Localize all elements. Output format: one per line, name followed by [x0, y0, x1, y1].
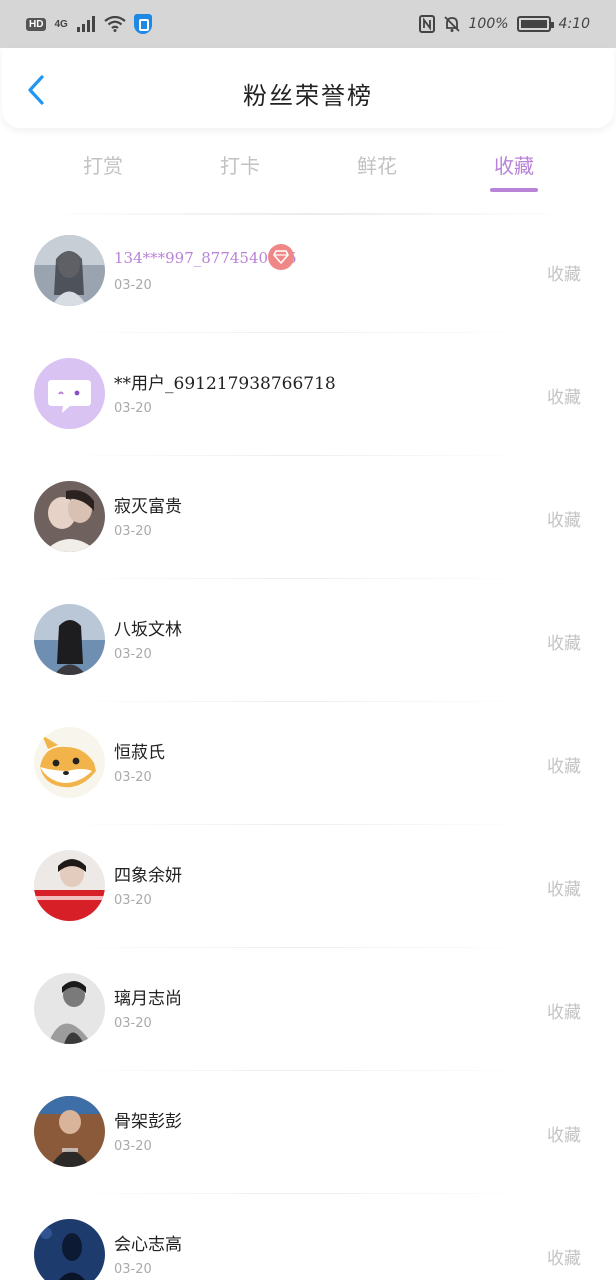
action-label: 收藏 [547, 880, 581, 900]
fan-name: 璃月志尚 [114, 989, 182, 1009]
tab-checkin[interactable]: 打卡 [200, 150, 280, 179]
network-type: 4G [54, 18, 68, 30]
fan-name: 八坂文林 [114, 620, 182, 640]
hd-icon: HD [26, 17, 47, 31]
list-item[interactable]: 恒菽氏 03-20 收藏 [0, 702, 616, 825]
tab-flowers[interactable]: 鲜花 [337, 150, 417, 179]
tab-tip[interactable]: 打赏 [63, 150, 143, 179]
list-item[interactable]: 璃月志尚 03-20 收藏 [0, 948, 616, 1071]
action-label: 收藏 [547, 1003, 581, 1023]
fan-name: 骨架彭彭 [114, 1112, 182, 1132]
list-item[interactable]: 骨架彭彭 03-20 收藏 [0, 1071, 616, 1194]
fan-date: 03-20 [114, 278, 152, 293]
avatar[interactable] [34, 358, 105, 429]
fan-name: 会心志高 [114, 1235, 182, 1255]
action-label: 收藏 [547, 388, 581, 408]
fan-name: **用户_691217938766718 [114, 374, 336, 394]
avatar[interactable] [34, 727, 105, 798]
list-item[interactable]: **用户_691217938766718 03-20 收藏 [0, 333, 616, 456]
avatar[interactable] [34, 1219, 105, 1280]
action-label: 收藏 [547, 757, 581, 777]
fan-list: 134***997_8774540635 03-20 收藏 **用户_69121… [0, 210, 616, 1280]
fan-date: 03-20 [114, 524, 152, 539]
wifi-icon [104, 16, 126, 32]
signal-icon [76, 16, 95, 32]
mute-bell-icon [443, 16, 460, 32]
fan-date: 03-20 [114, 401, 152, 416]
page-title: 粉丝荣誉榜 [243, 82, 373, 110]
fan-date: 03-20 [114, 1016, 152, 1031]
active-tab-indicator [490, 188, 538, 192]
avatar[interactable] [34, 235, 105, 306]
fan-date: 03-20 [114, 1262, 152, 1277]
battery-percent: 100% [468, 16, 509, 32]
fan-name: 寂灭富贵 [114, 497, 182, 517]
list-item[interactable]: 寂灭富贵 03-20 收藏 [0, 456, 616, 579]
avatar[interactable] [34, 604, 105, 675]
avatar[interactable] [34, 1096, 105, 1167]
fan-name: 四象余妍 [114, 866, 182, 886]
avatar[interactable] [34, 850, 105, 921]
list-item[interactable]: 四象余妍 03-20 收藏 [0, 825, 616, 948]
action-label: 收藏 [547, 1249, 581, 1269]
fan-date: 03-20 [114, 647, 152, 662]
avatar[interactable] [34, 973, 105, 1044]
status-bar: HD 4G 100% 4:10 [0, 0, 616, 48]
tab-favorites[interactable]: 收藏 [474, 150, 554, 179]
shield-icon [133, 14, 152, 34]
fan-date: 03-20 [114, 1139, 152, 1154]
list-item[interactable]: 134***997_8774540635 03-20 收藏 [0, 210, 616, 333]
list-item[interactable]: 八坂文林 03-20 收藏 [0, 579, 616, 702]
battery-icon [516, 16, 554, 32]
header: 粉丝荣誉榜 [2, 48, 614, 128]
status-right: 100% 4:10 [418, 15, 590, 33]
tab-bar: 打赏 打卡 鲜花 收藏 [0, 140, 616, 196]
status-left: HD 4G [26, 14, 152, 34]
action-label: 收藏 [547, 634, 581, 654]
fan-date: 03-20 [114, 770, 152, 785]
fan-name: 恒菽氏 [114, 743, 165, 763]
clock: 4:10 [558, 16, 590, 32]
avatar[interactable] [34, 481, 105, 552]
fan-date: 03-20 [114, 893, 152, 908]
nfc-icon [418, 15, 435, 33]
action-label: 收藏 [547, 265, 581, 285]
diamond-icon [268, 244, 294, 270]
list-item[interactable]: 会心志高 03-20 收藏 [0, 1194, 616, 1280]
action-label: 收藏 [547, 1126, 581, 1146]
action-label: 收藏 [547, 511, 581, 531]
